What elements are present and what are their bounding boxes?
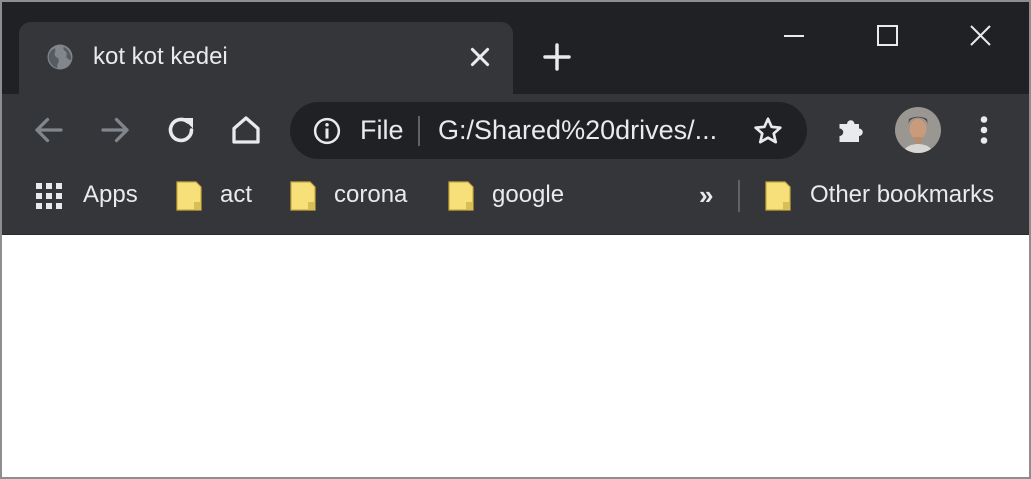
avatar-image <box>895 107 941 153</box>
toolbar: File G:/Shared%20drives/... <box>2 94 1029 166</box>
omnibox-divider <box>418 116 420 146</box>
tab-title: kot kot kedei <box>93 43 228 70</box>
maximize-button[interactable] <box>867 18 907 54</box>
folder-icon <box>448 181 474 211</box>
globe-icon <box>47 44 73 70</box>
bookmark-apps[interactable]: Apps <box>33 166 143 226</box>
folder-icon <box>176 181 202 211</box>
close-icon[interactable] <box>467 44 493 70</box>
url-text[interactable]: G:/Shared%20drives/... <box>438 112 738 148</box>
tab-active[interactable]: kot kot kedei <box>19 22 513 94</box>
home-button[interactable] <box>228 112 264 148</box>
window-close-button[interactable] <box>960 18 1000 54</box>
star-icon[interactable] <box>752 115 784 147</box>
info-icon[interactable] <box>312 116 342 146</box>
bookmark-label: corona <box>334 181 408 208</box>
bookmarks-bar: Apps act corona google » Other bookmarks <box>2 166 1029 235</box>
bookmark-label: Apps <box>83 181 138 208</box>
bookmarks-separator <box>738 180 740 212</box>
bookmark-folder-corona[interactable]: corona <box>288 166 418 226</box>
bookmark-label: google <box>492 181 565 208</box>
extensions-button[interactable] <box>835 112 871 148</box>
profile-avatar[interactable] <box>895 107 941 153</box>
folder-icon <box>765 181 791 211</box>
address-bar[interactable]: File G:/Shared%20drives/... <box>290 102 807 159</box>
bookmark-folder-google[interactable]: google <box>446 166 576 226</box>
bookmark-label: Other bookmarks <box>810 181 995 208</box>
bookmark-folder-act[interactable]: act <box>174 166 259 226</box>
forward-button[interactable] <box>97 112 133 148</box>
bookmark-other-bookmarks[interactable]: Other bookmarks <box>763 166 1003 226</box>
new-tab-button[interactable] <box>541 41 573 73</box>
title-bar: kot kot kedei <box>2 2 1029 94</box>
browser-window: kot kot kedei File G:/Shared%20drives/..… <box>0 0 1031 479</box>
more-vert-icon[interactable] <box>966 112 1002 148</box>
bookmark-label: act <box>220 181 253 208</box>
back-button[interactable] <box>31 112 67 148</box>
url-scheme: File <box>360 115 404 145</box>
apps-grid-icon <box>36 183 62 209</box>
page-content[interactable] <box>2 235 1029 477</box>
folder-icon <box>290 181 316 211</box>
minimize-button[interactable] <box>774 18 814 54</box>
bookmarks-overflow-button[interactable]: » <box>699 180 713 210</box>
reload-button[interactable] <box>163 112 199 148</box>
